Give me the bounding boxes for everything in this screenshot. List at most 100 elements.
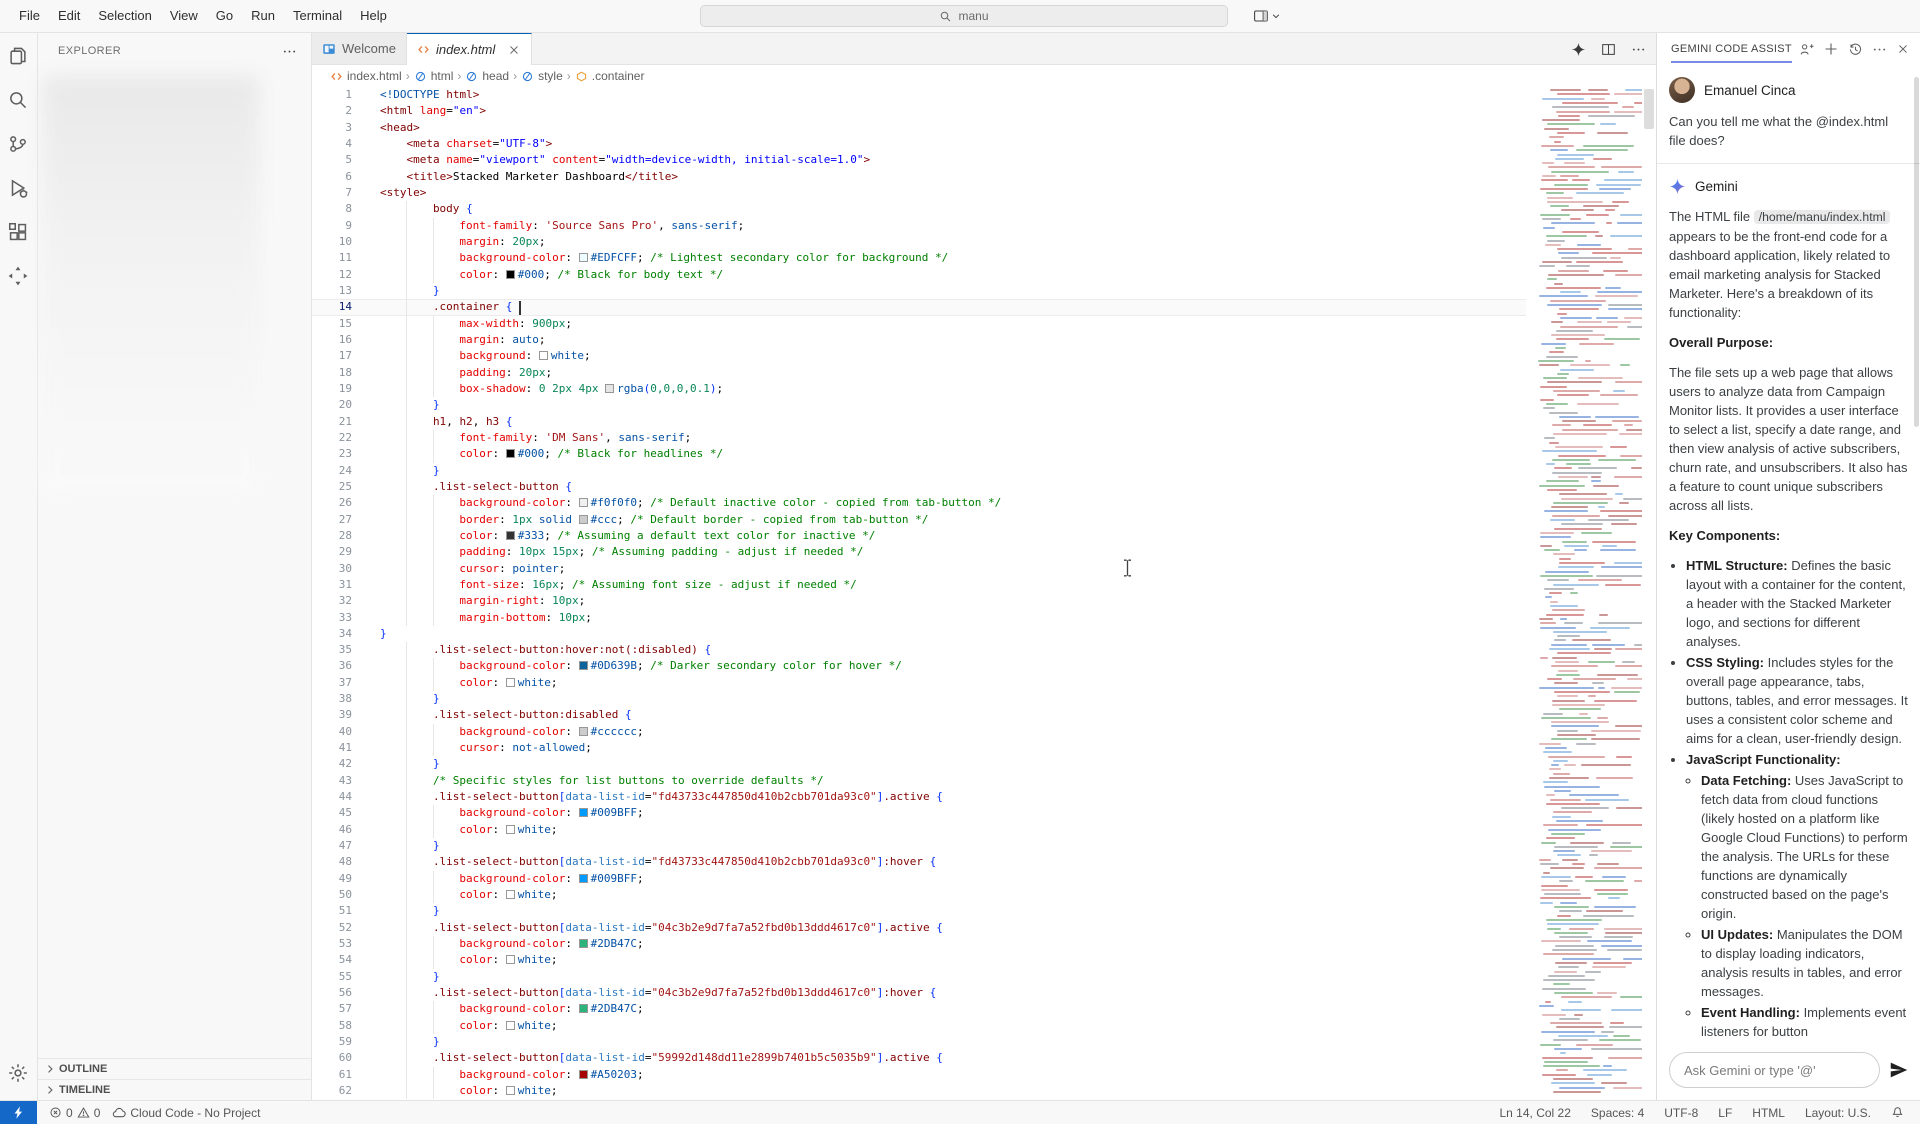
line-number: 15 [312, 316, 352, 332]
status-ln-14-col-22[interactable]: Ln 14, Col 22 [1494, 1106, 1577, 1120]
search-icon[interactable] [7, 89, 31, 113]
breadcrumb-item[interactable]: head [465, 69, 509, 83]
menu-view[interactable]: View [161, 0, 207, 32]
menu-go[interactable]: Go [207, 0, 242, 32]
line-number: 20 [312, 397, 352, 413]
chevron-down-icon[interactable] [1271, 11, 1281, 21]
line-content: .list-select-button { [380, 479, 572, 495]
status-lf[interactable]: LF [1712, 1106, 1738, 1120]
line-content: } [380, 397, 440, 413]
sidebar-section-timeline[interactable]: TIMELINE [38, 1079, 311, 1100]
code-line: 11background-color: #EDFCFF; /* Lightest… [312, 250, 1526, 266]
menu-help[interactable]: Help [351, 0, 396, 32]
send-icon[interactable] [1888, 1059, 1910, 1081]
command-center-search[interactable]: manu [700, 5, 1228, 27]
html-icon [330, 70, 343, 83]
code-line: 3<head> [312, 120, 1526, 136]
code-line: 9 font-family: 'Source Sans Pro', sans-se… [312, 218, 1526, 234]
code-line: 18padding: 20px; [312, 365, 1526, 381]
status-spaces[interactable]: Spaces: 4 [1585, 1106, 1650, 1120]
line-number: 54 [312, 952, 352, 968]
code-line: 45background-color: #009BFF; [312, 805, 1526, 821]
symclass-icon [575, 70, 588, 83]
line-number: 59 [312, 1034, 352, 1050]
gemini-chat-input[interactable] [1669, 1052, 1880, 1088]
gemini-icon[interactable] [7, 265, 31, 289]
more-actions-icon[interactable] [1631, 42, 1646, 57]
code-line: 36background-color: #0D639B; /* Darker s… [312, 658, 1526, 674]
bullet-item: JavaScript Functionality:Data Fetching: … [1686, 750, 1908, 1041]
line-number: 39 [312, 707, 352, 723]
line-content: background: white; [380, 348, 591, 364]
breadcrumb-item[interactable]: .container [575, 69, 645, 83]
assistant-name: Gemini [1695, 177, 1738, 196]
more-actions-icon[interactable] [282, 44, 297, 59]
menu-file[interactable]: File [10, 0, 49, 32]
gemini-sparkle-icon[interactable] [1571, 42, 1586, 57]
tab-index-html[interactable]: index.html [407, 33, 532, 65]
welcome-icon [322, 42, 336, 56]
code-line: 26background-color: #f0f0f0; /* Default … [312, 495, 1526, 511]
menu-terminal[interactable]: Terminal [284, 0, 351, 32]
history-icon[interactable] [1848, 42, 1863, 57]
code-line: 24} [312, 463, 1526, 479]
cloud-code-status[interactable]: Cloud Code - No Project [106, 1106, 266, 1120]
line-number: 38 [312, 691, 352, 707]
menu-run[interactable]: Run [242, 0, 284, 32]
tab-label: index.html [436, 42, 495, 57]
notifications-bell-icon[interactable] [1885, 1106, 1910, 1119]
menu-edit[interactable]: Edit [49, 0, 89, 32]
html-icon [417, 43, 430, 56]
line-number: 7 [312, 185, 352, 201]
remote-indicator[interactable] [0, 1101, 37, 1124]
breadcrumb-item[interactable]: html [414, 69, 454, 83]
breadcrumb-item[interactable]: style [521, 69, 563, 83]
breadcrumb-item[interactable]: index.html [330, 69, 402, 83]
feedback-icon[interactable] [1799, 42, 1814, 57]
line-number: 33 [312, 610, 352, 626]
code-line: 38} [312, 691, 1526, 707]
response-heading: Overall Purpose: [1669, 333, 1908, 352]
line-content: color: white; [380, 822, 558, 838]
sidebar-section-outline[interactable]: OUTLINE [38, 1058, 311, 1079]
more-actions-icon[interactable] [1872, 42, 1887, 57]
line-content: margin-bottom: 10px; [380, 610, 592, 626]
line-number: 42 [312, 756, 352, 772]
code-line: 12color: #000; /* Black for body text */ [312, 267, 1526, 283]
line-number: 9 [312, 218, 352, 234]
line-number: 23 [312, 446, 352, 462]
problems-indicator[interactable]: 0 0 [43, 1106, 106, 1120]
status-layout[interactable]: Layout: U.S. [1799, 1106, 1877, 1120]
split-editor-icon[interactable] [1601, 42, 1616, 57]
breadcrumb: index.html›html›head›style›.container [312, 65, 1656, 87]
close-icon[interactable] [1896, 42, 1910, 56]
explorer-icon[interactable] [7, 45, 31, 69]
close-icon[interactable] [507, 43, 521, 57]
extensions-icon[interactable] [7, 221, 31, 245]
panel-scrollbar[interactable] [1914, 77, 1919, 427]
breadcrumb-label: index.html [347, 69, 402, 83]
user-name: Emanuel Cinca [1704, 81, 1796, 100]
status-html[interactable]: HTML [1746, 1106, 1791, 1120]
tab-welcome[interactable]: Welcome [312, 33, 407, 64]
code-line: 47} [312, 838, 1526, 854]
code-editor[interactable]: 1<!DOCTYPE html>2<html lang="en">3<head>… [312, 87, 1656, 1100]
file-path-chip[interactable]: /home/manu/index.html [1754, 210, 1891, 224]
menu-selection[interactable]: Selection [89, 0, 160, 32]
settings-icon[interactable] [7, 1062, 31, 1086]
status-utf-8[interactable]: UTF-8 [1658, 1106, 1704, 1120]
code-line: 30cursor: pointer; [312, 561, 1526, 577]
line-number: 44 [312, 789, 352, 805]
editor-scrollbar[interactable] [1642, 87, 1656, 1100]
minimap[interactable] [1534, 87, 1642, 1100]
color-swatch [579, 1070, 588, 1079]
customize-layout-icon[interactable] [1253, 8, 1269, 24]
run-debug-icon[interactable] [7, 177, 31, 201]
breadcrumb-separator: › [512, 69, 518, 83]
response-paragraph: The file sets up a web page that allows … [1669, 363, 1908, 515]
line-content: font-family: 'Source Sans Pro', sans-ser… [380, 218, 744, 234]
code-line: 56.list-select-button[data-list-id="04c3… [312, 985, 1526, 1001]
source-control-icon[interactable] [7, 133, 31, 157]
new-chat-icon[interactable] [1823, 41, 1839, 57]
sub-bullet-item: UI Updates: Manipulates the DOM to displ… [1701, 925, 1908, 1001]
